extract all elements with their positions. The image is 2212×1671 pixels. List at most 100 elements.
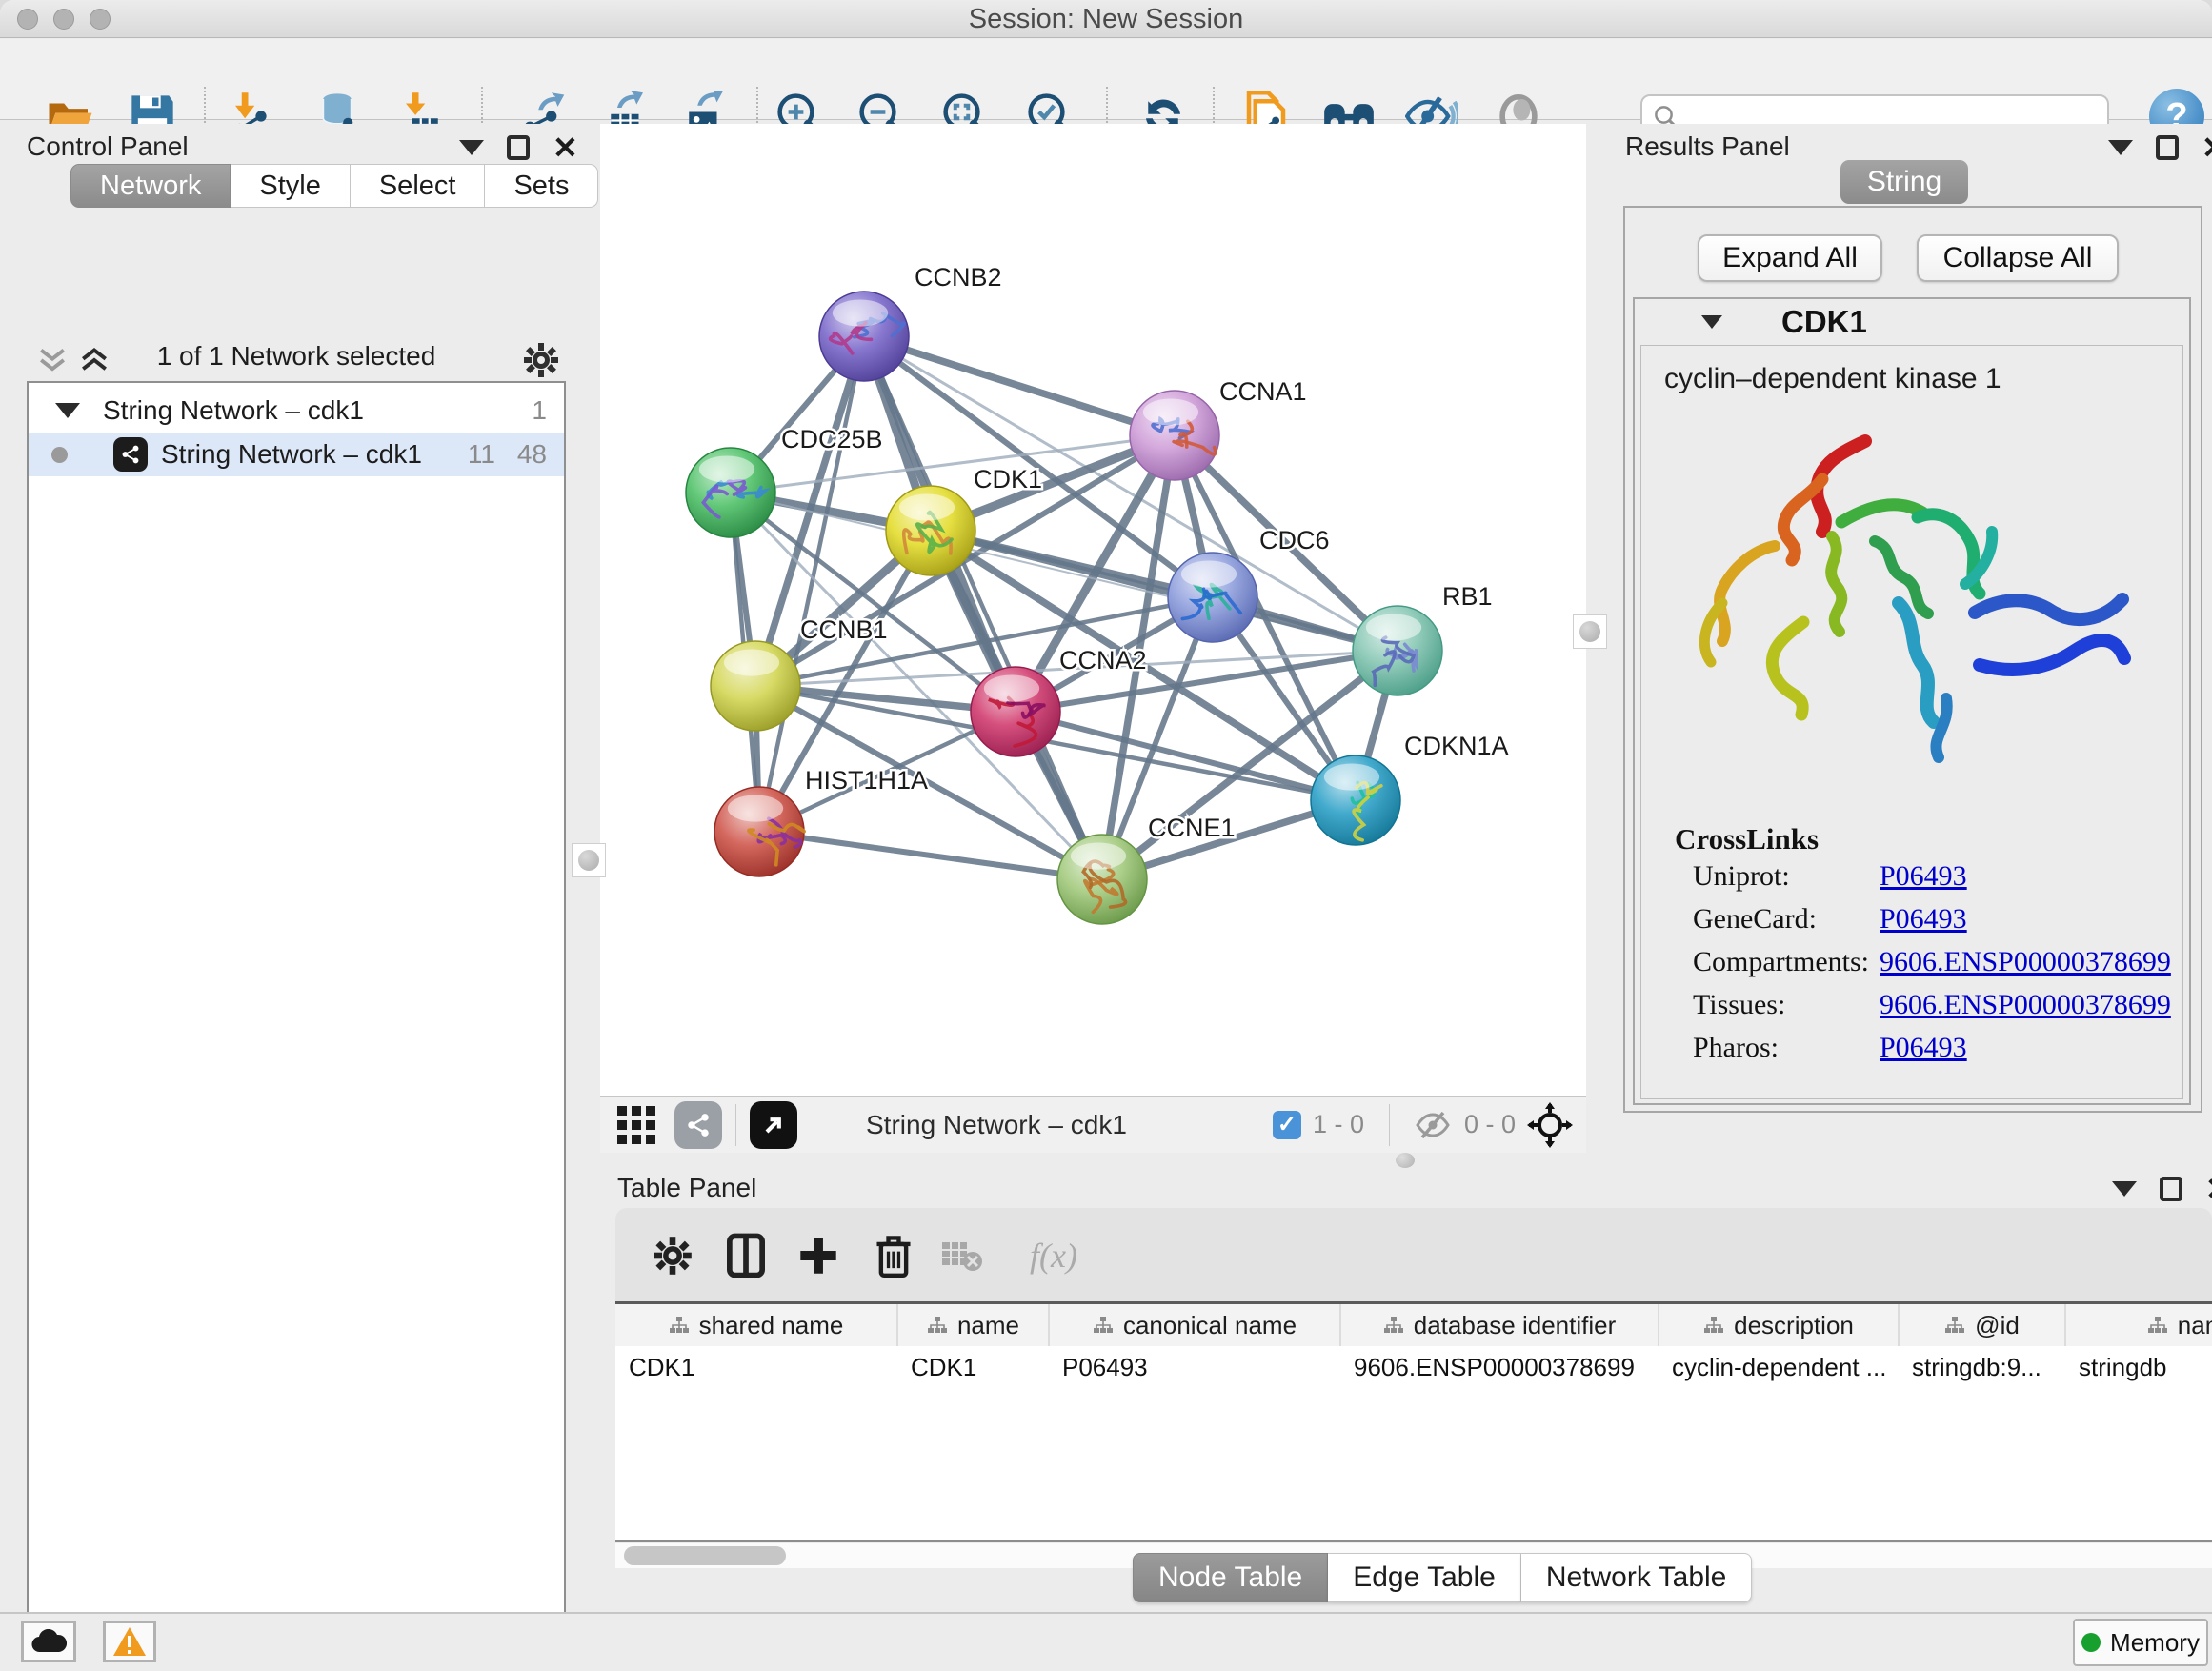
table-cell[interactable]: cyclin-dependent ... (1659, 1346, 1899, 1388)
network-status-dot (51, 447, 68, 463)
section-collapse-icon[interactable] (1701, 315, 1722, 329)
pan-crosshair-icon[interactable] (1527, 1102, 1573, 1148)
table-cell[interactable]: P06493 (1049, 1346, 1340, 1388)
app-window: Session: New Session (0, 0, 2212, 1671)
column-header[interactable]: shared name (615, 1304, 897, 1346)
table-options-button[interactable] (646, 1229, 699, 1282)
string-results-container: Expand All Collapse All CDK1 cyclin–depe… (1623, 206, 2202, 1113)
table-row[interactable]: CDK1CDK1P064939606.ENSP00000378699cyclin… (615, 1346, 2212, 1388)
gene-name: CDK1 (1781, 304, 1867, 340)
tab-sets[interactable]: Sets (485, 164, 598, 208)
memory-button[interactable]: Memory (2073, 1619, 2208, 1666)
footer-separator (1389, 1104, 1390, 1146)
window-title: Session: New Session (0, 0, 2212, 38)
collapse-all-button[interactable]: Collapse All (1917, 234, 2119, 282)
scrollbar-thumb[interactable] (624, 1546, 786, 1565)
birds-eye-view-icon[interactable] (750, 1101, 797, 1149)
network-node-CCNE1[interactable] (1057, 835, 1147, 924)
table-cell[interactable]: 9606.ENSP00000378699 (1340, 1346, 1659, 1388)
network-node-CDC6[interactable] (1168, 553, 1257, 642)
float-panel-icon[interactable] (2156, 135, 2179, 160)
column-header[interactable]: canonical name (1049, 1304, 1340, 1346)
column-header[interactable]: @id (1899, 1304, 2065, 1346)
column-header[interactable]: name (897, 1304, 1049, 1346)
column-header[interactable]: namespace (2065, 1304, 2212, 1346)
network-node-CDK1[interactable] (886, 486, 975, 575)
node-label-CCNA1: CCNA1 (1219, 377, 1307, 406)
network-node-CCNB1[interactable] (711, 641, 800, 731)
close-panel-icon[interactable]: ✕ (553, 135, 578, 160)
network-collection-label: String Network – cdk1 (103, 395, 364, 426)
tab-string[interactable]: String (1840, 160, 1968, 204)
float-panel-icon[interactable] (2160, 1177, 2182, 1201)
node-table[interactable]: shared namenamecanonical namedatabase id… (615, 1301, 2212, 1540)
horizontal-splitter-handle[interactable] (1396, 1153, 1415, 1168)
crosslink-value-link[interactable]: 9606.ENSP00000378699 (1880, 946, 2171, 978)
trash-icon (875, 1234, 913, 1278)
column-header[interactable]: database identifier (1340, 1304, 1659, 1346)
node-label-CDC25B: CDC25B (781, 425, 883, 453)
delete-table-button[interactable] (935, 1229, 989, 1282)
tab-edge-table[interactable]: Edge Table (1328, 1553, 1521, 1602)
network-node-CDKN1A[interactable] (1311, 755, 1400, 845)
gear-icon (652, 1235, 694, 1277)
tab-node-table[interactable]: Node Table (1133, 1553, 1328, 1602)
grid-view-icon[interactable] (615, 1104, 657, 1146)
column-header[interactable]: description (1659, 1304, 1899, 1346)
show-columns-button[interactable] (719, 1229, 773, 1282)
network-canvas[interactable]: CCNB2CCNA1CDC25BCDK1CDC6RB1CCNB1CCNA2CDK… (600, 124, 1586, 1096)
node-label-CCNA2: CCNA2 (1059, 646, 1147, 674)
close-panel-icon[interactable]: ✕ (2205, 1177, 2212, 1201)
network-node-CCNA2[interactable] (971, 667, 1060, 756)
selected-count: 1 - 0 (1313, 1110, 1364, 1139)
column-type-icon (2147, 1316, 2168, 1335)
gene-section-header[interactable]: CDK1 (1635, 299, 2189, 345)
crosslink-value-link[interactable]: P06493 (1880, 860, 1967, 893)
crosslink-row: Pharos:P06493 (1693, 1032, 2169, 1075)
tab-select[interactable]: Select (351, 164, 486, 208)
column-type-icon (1944, 1316, 1965, 1335)
collapse-panel-icon[interactable] (2108, 140, 2133, 155)
collapse-panel-icon[interactable] (2112, 1181, 2137, 1197)
cloud-status-button[interactable] (21, 1621, 76, 1662)
crosslink-value-link[interactable]: P06493 (1880, 1032, 1967, 1064)
collapse-panel-icon[interactable] (459, 140, 484, 155)
tab-style[interactable]: Style (231, 164, 350, 208)
float-panel-icon[interactable] (507, 135, 530, 160)
gear-icon[interactable] (522, 341, 560, 379)
network-collection-row[interactable]: String Network – cdk1 1 (29, 389, 564, 433)
protein-structure-image (1660, 413, 2165, 813)
table-cell[interactable]: CDK1 (615, 1346, 897, 1388)
tab-network[interactable]: Network (70, 164, 231, 208)
table-cell[interactable]: CDK1 (897, 1346, 1049, 1388)
tree-expand-icon[interactable] (55, 403, 80, 418)
node-label-CDC6: CDC6 (1259, 526, 1330, 554)
network-node-HIST1H1A[interactable] (714, 787, 804, 876)
warnings-button[interactable] (103, 1621, 156, 1662)
function-builder-button[interactable]: f(x) (1011, 1229, 1096, 1282)
crosslink-row: GeneCard:P06493 (1693, 903, 2169, 946)
network-row[interactable]: String Network – cdk1 11 48 (29, 433, 564, 476)
crosslink-value-link[interactable]: P06493 (1880, 903, 1967, 936)
network-node-CDC25B[interactable] (686, 448, 775, 537)
network-graph[interactable]: CCNB2CCNA1CDC25BCDK1CDC6RB1CCNB1CCNA2CDK… (600, 124, 1586, 1096)
right-splitter-handle[interactable] (1573, 614, 1607, 649)
table-toolbar: f(x) (615, 1208, 2212, 1301)
table-cell[interactable]: stringdb:9... (1899, 1346, 2065, 1388)
close-panel-icon[interactable]: ✕ (2202, 135, 2212, 160)
delete-column-button[interactable] (867, 1229, 920, 1282)
crosslink-row: Uniprot:P06493 (1693, 860, 2169, 903)
network-node-CCNA1[interactable] (1130, 391, 1219, 480)
network-node-RB1[interactable] (1353, 606, 1442, 695)
expand-all-button[interactable]: Expand All (1698, 234, 1882, 282)
left-splitter-handle[interactable] (572, 843, 606, 877)
network-node-CCNB2[interactable] (819, 292, 909, 381)
crosslink-value-link[interactable]: 9606.ENSP00000378699 (1880, 989, 2171, 1021)
current-network-title: String Network – cdk1 (866, 1110, 1127, 1140)
tab-network-table[interactable]: Network Table (1521, 1553, 1753, 1602)
create-column-button[interactable] (792, 1229, 845, 1282)
table-tabs: Node Table Edge Table Network Table (1133, 1553, 1752, 1602)
table-cell[interactable]: stringdb (2065, 1346, 2212, 1388)
node-label-CDKN1A: CDKN1A (1404, 732, 1509, 760)
network-share-view-icon[interactable] (674, 1101, 722, 1149)
